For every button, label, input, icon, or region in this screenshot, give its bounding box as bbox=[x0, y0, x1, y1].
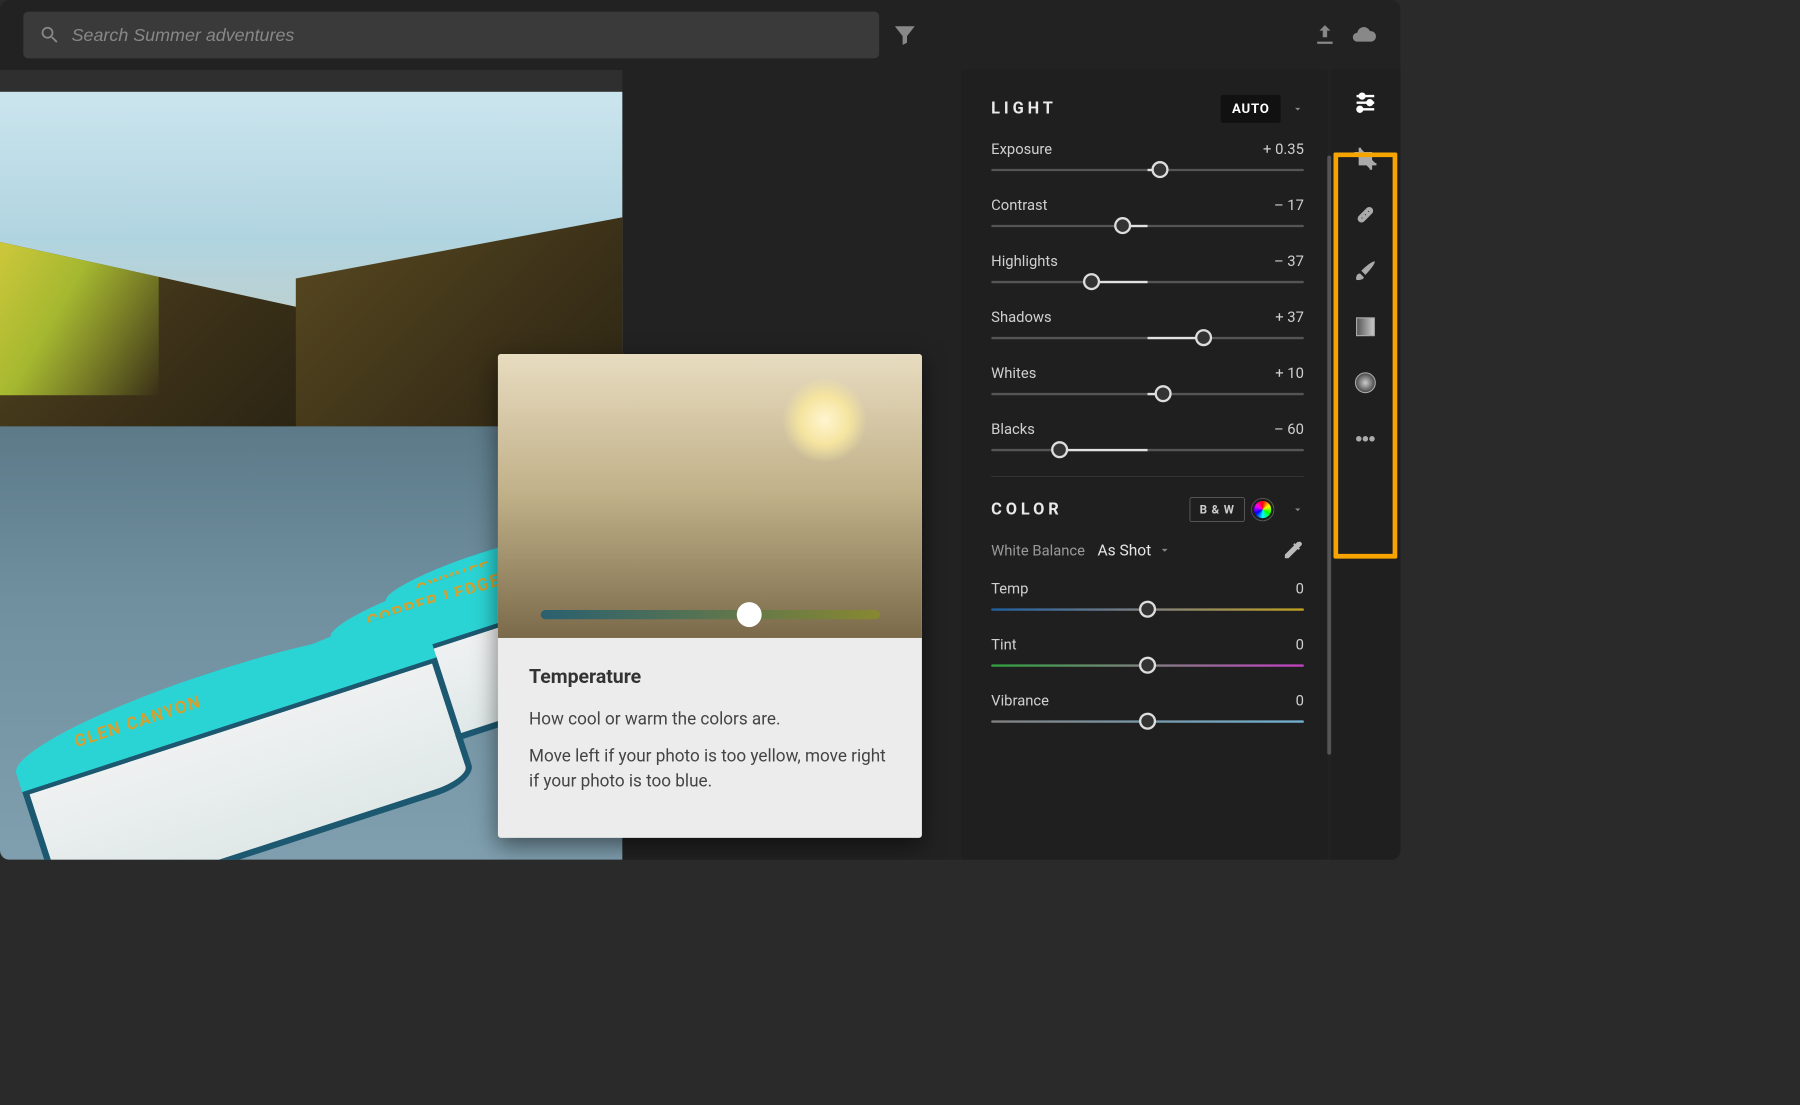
slider-label: Blacks bbox=[991, 420, 1035, 438]
slider-contrast: Contrast – 17 bbox=[991, 196, 1304, 227]
slider-label: Contrast bbox=[991, 196, 1047, 214]
slider-track[interactable] bbox=[991, 608, 1304, 610]
white-balance-row: White Balance As Shot bbox=[991, 539, 1304, 561]
more-icon[interactable] bbox=[1350, 423, 1381, 454]
slider-handle[interactable] bbox=[1051, 441, 1068, 458]
light-section-heading: LIGHT bbox=[991, 100, 1057, 119]
slider-label: Whites bbox=[991, 364, 1036, 382]
slider-handle[interactable] bbox=[1139, 713, 1156, 730]
slider-track[interactable] bbox=[991, 169, 1304, 171]
heal-icon[interactable] bbox=[1350, 199, 1381, 230]
search-icon bbox=[39, 24, 61, 46]
slider-temp: Temp 0 bbox=[991, 580, 1304, 611]
slider-value: + 10 bbox=[1275, 364, 1304, 382]
share-icon[interactable] bbox=[1312, 22, 1338, 48]
search-input[interactable] bbox=[72, 25, 864, 46]
slider-track[interactable] bbox=[991, 281, 1304, 283]
slider-value: – 17 bbox=[1274, 196, 1304, 214]
slider-blacks: Blacks – 60 bbox=[991, 420, 1304, 451]
slider-tint: Tint 0 bbox=[991, 636, 1304, 667]
bw-button[interactable]: B & W bbox=[1190, 497, 1245, 522]
white-balance-select[interactable]: As Shot bbox=[1097, 541, 1171, 560]
auto-button[interactable]: AUTO bbox=[1221, 95, 1281, 123]
slider-label: Temp bbox=[991, 580, 1028, 598]
chevron-down-icon[interactable] bbox=[1291, 103, 1303, 115]
slider-track[interactable] bbox=[991, 720, 1304, 722]
cloud-icon[interactable] bbox=[1351, 22, 1377, 48]
slider-highlights: Highlights – 37 bbox=[991, 252, 1304, 283]
slider-track[interactable] bbox=[991, 449, 1304, 451]
eyedropper-icon[interactable] bbox=[1282, 539, 1304, 561]
right-toolbar bbox=[1330, 70, 1400, 860]
slider-value: + 37 bbox=[1275, 308, 1304, 326]
slider-track[interactable] bbox=[991, 337, 1304, 339]
slider-value: 0 bbox=[1296, 580, 1304, 598]
brush-icon[interactable] bbox=[1350, 255, 1381, 286]
linear-gradient-icon[interactable] bbox=[1350, 311, 1381, 342]
slider-label: Vibrance bbox=[991, 692, 1049, 710]
tooltip-text: How cool or warm the colors are. bbox=[529, 707, 891, 732]
slider-vibrance: Vibrance 0 bbox=[991, 692, 1304, 723]
slider-handle[interactable] bbox=[1195, 329, 1212, 346]
slider-exposure: Exposure + 0.35 bbox=[991, 140, 1304, 171]
edit-panel: LIGHT AUTO Exposure + 0.35 Contrast – 17… bbox=[962, 70, 1328, 860]
panel-scrollbar[interactable] bbox=[1327, 156, 1331, 755]
filter-icon[interactable] bbox=[892, 22, 918, 48]
slider-track[interactable] bbox=[991, 225, 1304, 227]
slider-value: + 0.35 bbox=[1263, 140, 1304, 158]
radial-gradient-icon[interactable] bbox=[1350, 367, 1381, 398]
color-section-heading: COLOR bbox=[991, 500, 1062, 519]
chevron-down-icon bbox=[1157, 543, 1171, 557]
slider-value: 0 bbox=[1296, 692, 1304, 710]
slider-handle[interactable] bbox=[1155, 385, 1172, 402]
tooltip-preview-slider bbox=[540, 610, 879, 619]
tooltip-text: Move left if your photo is too yellow, m… bbox=[529, 744, 891, 794]
search-box[interactable] bbox=[23, 12, 879, 59]
topbar bbox=[0, 0, 1400, 70]
slider-whites: Whites + 10 bbox=[991, 364, 1304, 395]
crop-icon[interactable] bbox=[1350, 143, 1381, 174]
tooltip-title: Temperature bbox=[529, 666, 891, 689]
edit-sliders-icon[interactable] bbox=[1350, 87, 1381, 118]
help-tooltip-temperature: Temperature How cool or warm the colors … bbox=[498, 354, 922, 838]
slider-value: – 60 bbox=[1274, 420, 1304, 438]
slider-handle[interactable] bbox=[1152, 161, 1169, 178]
white-balance-label: White Balance bbox=[991, 541, 1085, 559]
slider-label: Exposure bbox=[991, 140, 1052, 158]
tooltip-preview-image bbox=[498, 354, 922, 638]
slider-label: Shadows bbox=[991, 308, 1051, 326]
slider-track[interactable] bbox=[991, 393, 1304, 395]
slider-handle[interactable] bbox=[1139, 657, 1156, 674]
slider-value: – 37 bbox=[1274, 252, 1304, 270]
slider-handle[interactable] bbox=[1083, 273, 1100, 290]
slider-track[interactable] bbox=[991, 664, 1304, 666]
slider-label: Highlights bbox=[991, 252, 1058, 270]
slider-shadows: Shadows + 37 bbox=[991, 308, 1304, 339]
slider-handle[interactable] bbox=[1139, 601, 1156, 618]
slider-value: 0 bbox=[1296, 636, 1304, 654]
slider-label: Tint bbox=[991, 636, 1016, 654]
slider-handle[interactable] bbox=[1114, 217, 1131, 234]
chevron-down-icon[interactable] bbox=[1291, 503, 1303, 515]
color-mixer-button[interactable] bbox=[1251, 498, 1274, 521]
